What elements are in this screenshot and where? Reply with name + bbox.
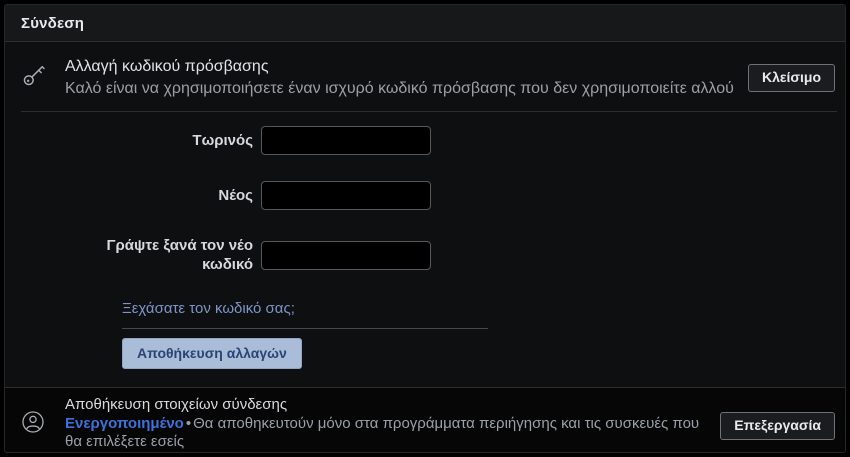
current-password-label: Τωρινός	[192, 132, 253, 149]
save-login-section: Αποθήκευση στοιχείων σύνδεσης Ενεργοποιη…	[5, 387, 845, 452]
password-section-header: Αλλαγή κωδικού πρόσβασης Καλό είναι να χ…	[5, 42, 845, 111]
retype-password-label: Γράψτε ξανά τον νέο κωδικό	[106, 237, 253, 273]
password-section-title: Αλλαγή κωδικού πρόσβασης	[65, 58, 269, 75]
retype-password-input[interactable]	[261, 240, 431, 270]
password-form: Τωρινός Νέος Γράψτε ξανά τον νέο κωδικό …	[5, 112, 845, 387]
current-password-row: Τωρινός	[65, 126, 845, 155]
new-password-label: Νέος	[218, 187, 253, 204]
status-badge: Ενεργοποιημένο	[65, 415, 184, 432]
password-section-subtitle: Καλό είναι να χρησιμοποιήσετε έναν ισχυρ…	[65, 80, 734, 97]
save-changes-button[interactable]: Αποθήκευση αλλαγών	[122, 338, 302, 369]
form-footer: Ξεχάσατε τον κωδικό σας; Αποθήκευση αλλα…	[122, 300, 488, 369]
card-header: Σύνδεση	[5, 5, 845, 42]
person-icon	[21, 410, 49, 434]
current-password-input[interactable]	[261, 126, 431, 155]
save-login-description: Ενεργοποιημένο • Θα αποθηκευτούν μόνο στα …	[65, 415, 708, 451]
new-password-row: Νέος	[65, 181, 845, 210]
login-settings-card: Σύνδεση Αλλαγή κωδικού πρόσβασης Καλό εί…	[4, 4, 846, 453]
forgot-password-link[interactable]: Ξεχάσατε τον κωδικό σας;	[122, 300, 295, 317]
bullet-separator: •	[185, 415, 192, 432]
edit-button[interactable]: Επεξεργασία	[720, 411, 835, 440]
password-change-section: Αλλαγή κωδικού πρόσβασης Καλό είναι να χ…	[5, 42, 845, 387]
retype-password-row: Γράψτε ξανά τον νέο κωδικό	[65, 236, 845, 274]
page-title: Σύνδεση	[21, 15, 85, 32]
new-password-input[interactable]	[261, 181, 431, 210]
password-section-text: Αλλαγή κωδικού πρόσβασης Καλό είναι να χ…	[65, 58, 748, 98]
key-icon	[21, 62, 49, 88]
close-button[interactable]: Κλείσιμο	[747, 64, 835, 92]
save-login-text: Αποθήκευση στοιχείων σύνδεσης Ενεργοποιη…	[65, 396, 708, 451]
form-footer-divider	[122, 328, 488, 329]
save-login-title: Αποθήκευση στοιχείων σύνδεσης	[65, 396, 288, 413]
